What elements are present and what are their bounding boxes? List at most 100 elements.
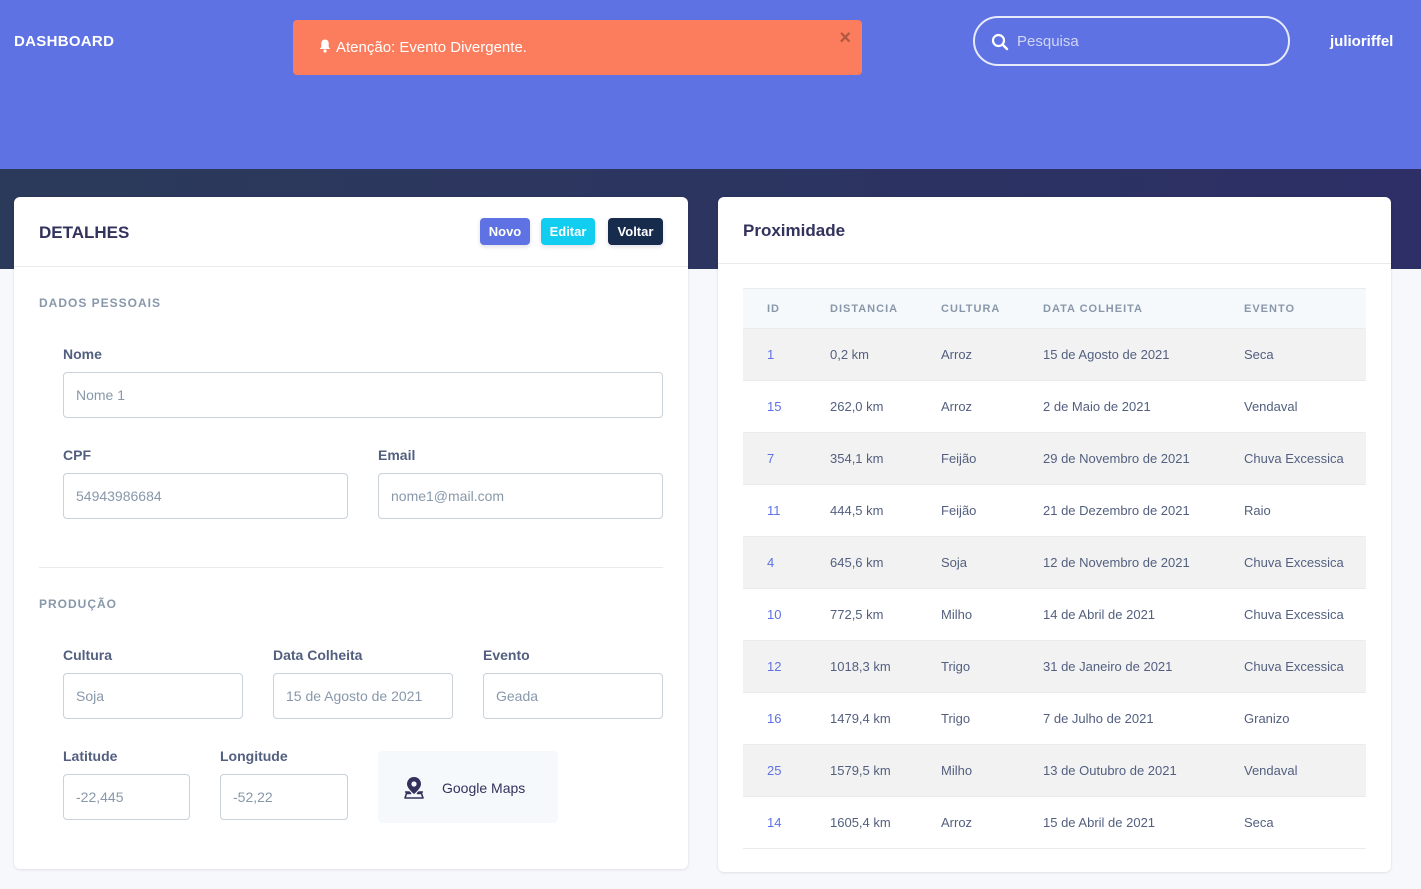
alert-close-button[interactable]: × [839, 28, 851, 48]
user-menu[interactable]: julioriffel [1330, 33, 1393, 50]
row-id[interactable]: 4 [743, 537, 806, 589]
row-distance: 262,0 km [830, 399, 884, 414]
row-event: Chuva Excessica [1244, 659, 1344, 674]
row-culture: Arroz [941, 399, 973, 414]
row-culture: Feijão [941, 451, 977, 466]
bell-icon [319, 39, 331, 53]
row-harvest-date: 21 de Dezembro de 2021 [1043, 503, 1190, 518]
production-section-label: PRODUÇÃO [39, 597, 118, 611]
email-label: Email [378, 447, 416, 463]
row-event: Vendaval [1244, 763, 1298, 778]
row-culture: Milho [941, 607, 973, 622]
brand-link[interactable]: DASHBOARD [14, 33, 114, 50]
row-harvest-date: 12 de Novembro de 2021 [1043, 555, 1190, 570]
row-harvest-date: 15 de Abril de 2021 [1043, 815, 1156, 830]
google-maps-label: Google Maps [442, 780, 526, 796]
event-label: Evento [483, 647, 530, 663]
row-id[interactable]: 15 [743, 381, 806, 433]
table-row[interactable]: 10 772,5 km Milho 14 de Abril de 2021 Chuva … [743, 589, 1366, 641]
culture-label: Cultura [63, 647, 112, 663]
row-culture: Trigo [941, 659, 971, 674]
row-event: Chuva Excessica [1244, 607, 1344, 622]
table-row[interactable]: 15 262,0 km Arroz 2 de Maio de 2021 Vendaval [743, 381, 1366, 433]
table-row[interactable]: 16 1479,4 km Trigo 7 de Julho de 2021 Graniz… [743, 693, 1366, 745]
longitude-label: Longitude [220, 748, 288, 764]
row-distance: 1018,3 km [830, 659, 891, 674]
row-event: Chuva Excessica [1244, 555, 1344, 570]
table-row[interactable]: 12 1018,3 km Trigo 31 de Janeiro de 2021 Chu… [743, 640, 1366, 693]
section-divider [39, 567, 663, 568]
alert-warning: Atenção: Evento Divergente. × [293, 20, 862, 75]
new-button[interactable]: Novo [480, 218, 530, 245]
proximity-table-wrapper: ID DISTANCIA CULTURA DATA COLHEITA EVENT… [743, 288, 1366, 849]
row-event: Chuva Excessica [1244, 451, 1344, 466]
row-id[interactable]: 14 [743, 797, 806, 849]
column-header-harvest-date[interactable]: DATA COLHEITA [1019, 289, 1220, 329]
row-culture: Milho [941, 763, 973, 778]
row-culture: Arroz [941, 347, 973, 362]
table-row[interactable]: 4 645,6 km Soja 12 de Novembro de 2021 Chuva… [743, 536, 1366, 589]
table-row[interactable]: 1 0,2 km Arroz 15 de Agosto de 2021 Seca [743, 328, 1366, 381]
table-row[interactable]: 14 1605,4 km Arroz 15 de Abril de 2021 Seca [743, 797, 1366, 849]
search-input[interactable] [1017, 28, 1267, 54]
search-icon [991, 33, 1009, 51]
google-maps-button[interactable]: Google Maps [378, 751, 558, 823]
cpf-input[interactable] [63, 473, 348, 519]
row-distance: 444,5 km [830, 503, 884, 518]
name-label: Nome [63, 346, 102, 362]
row-culture: Soja [941, 555, 968, 570]
row-id[interactable]: 10 [743, 589, 806, 641]
back-button[interactable]: Voltar [608, 218, 663, 245]
row-culture: Trigo [941, 711, 971, 726]
row-harvest-date: 7 de Julho de 2021 [1043, 711, 1154, 726]
column-header-culture[interactable]: CULTURA [917, 289, 1019, 329]
row-id[interactable]: 12 [743, 641, 806, 693]
map-pin-icon [404, 777, 424, 799]
row-harvest-date: 14 de Abril de 2021 [1043, 607, 1156, 622]
event-input[interactable] [483, 673, 663, 719]
row-distance: 0,2 km [830, 347, 870, 362]
row-distance: 645,6 km [830, 555, 884, 570]
row-harvest-date: 31 de Janeiro de 2021 [1043, 659, 1173, 674]
culture-input[interactable] [63, 673, 243, 719]
email-input[interactable] [378, 473, 663, 519]
alert-message: Atenção: Evento Divergente. [336, 39, 527, 56]
harvest-date-label: Data Colheita [273, 647, 363, 663]
row-event: Seca [1244, 815, 1274, 830]
proximity-card: Proximidade ID DISTANCIA CULTURA DATA CO… [718, 197, 1391, 872]
row-event: Seca [1244, 347, 1274, 362]
table-row[interactable]: 7 354,1 km Feijão 29 de Novembro de 2021 Chu… [743, 432, 1366, 485]
column-header-distance[interactable]: DISTANCIA [806, 289, 917, 329]
row-distance: 1479,4 km [830, 711, 891, 726]
column-header-event[interactable]: EVENTO [1220, 289, 1366, 329]
personal-data-section-label: DADOS PESSOAIS [39, 296, 162, 310]
table-header-row: ID DISTANCIA CULTURA DATA COLHEITA EVENT… [743, 288, 1366, 329]
proximity-table-body: 1 0,2 km Arroz 15 de Agosto de 2021 Seca 15 26… [743, 328, 1366, 849]
table-row[interactable]: 11 444,5 km Feijão 21 de Dezembro de 2021 Ra… [743, 485, 1366, 537]
row-id[interactable]: 25 [743, 745, 806, 797]
table-row[interactable]: 25 1579,5 km Milho 13 de Outubro de 2021 Ven… [743, 744, 1366, 797]
latitude-input[interactable] [63, 774, 190, 820]
row-distance: 354,1 km [830, 451, 884, 466]
row-distance: 1605,4 km [830, 815, 891, 830]
details-title: DETALHES [39, 223, 130, 242]
edit-button[interactable]: Editar [541, 218, 595, 245]
name-input[interactable] [63, 372, 663, 418]
row-id[interactable]: 7 [743, 433, 806, 485]
row-id[interactable]: 16 [743, 693, 806, 745]
row-id[interactable]: 1 [743, 329, 806, 381]
column-header-id[interactable]: ID [743, 289, 806, 329]
proximity-card-header: Proximidade [718, 197, 1391, 264]
row-event: Vendaval [1244, 399, 1298, 414]
details-card: DETALHES Novo Editar Voltar DADOS PESSOA… [14, 197, 688, 869]
harvest-date-input[interactable] [273, 673, 453, 719]
row-distance: 1579,5 km [830, 763, 891, 778]
row-culture: Feijão [941, 503, 977, 518]
row-event: Raio [1244, 503, 1271, 518]
longitude-input[interactable] [220, 774, 348, 820]
row-id[interactable]: 11 [743, 485, 806, 537]
search-box[interactable] [973, 16, 1290, 66]
latitude-label: Latitude [63, 748, 118, 764]
row-harvest-date: 15 de Agosto de 2021 [1043, 347, 1170, 362]
details-card-header: DETALHES Novo Editar Voltar [14, 197, 688, 267]
